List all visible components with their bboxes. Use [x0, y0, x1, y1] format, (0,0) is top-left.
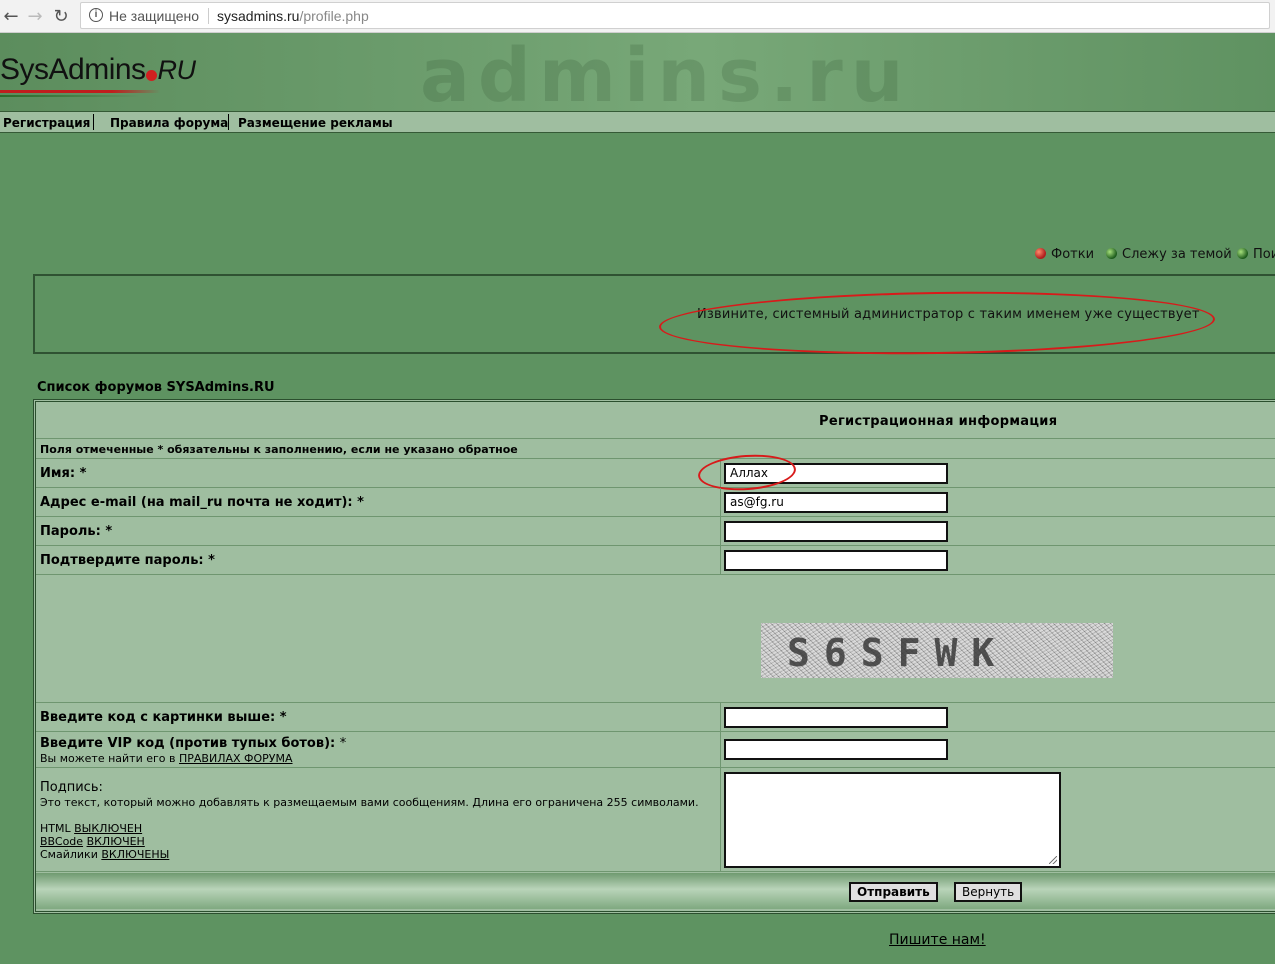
name-label: Имя: *	[40, 466, 87, 481]
smilies-state-link[interactable]: ВКЛЮЧЕНЫ	[101, 848, 169, 861]
bbcode-state-link[interactable]: ВКЛЮЧЕН	[87, 835, 145, 848]
url-text: sysadmins.ru/profile.php	[217, 8, 369, 24]
form-button-bar	[36, 873, 1275, 909]
confirm-password-label: Подтвердите пароль: *	[40, 553, 215, 568]
search-icon	[1237, 248, 1248, 259]
captcha-image: S6SFWK	[761, 623, 1113, 678]
quicklink-search[interactable]: Пои	[1253, 247, 1275, 262]
smilies-status-label: Смайлики	[40, 848, 98, 861]
column-divider	[720, 546, 721, 574]
bbcode-help-link[interactable]: BBCode	[40, 835, 83, 848]
site-logo[interactable]: SysAdmins RU	[0, 53, 196, 87]
signature-description: Это текст, который можно добавлять к раз…	[40, 796, 699, 809]
html-status: HTML ВЫКЛЮЧЕН	[40, 822, 142, 835]
smilies-status: Смайлики ВКЛЮЧЕНЫ	[40, 848, 169, 861]
html-state-link[interactable]: ВЫКЛЮЧЕН	[74, 822, 142, 835]
password-row: Пароль: *	[36, 517, 1275, 546]
address-bar[interactable]: i Не защищено sysadmins.ru/profile.php	[80, 2, 1270, 29]
reset-button[interactable]: Вернуть	[954, 882, 1023, 902]
submit-button[interactable]: Отправить	[849, 882, 938, 902]
password-input[interactable]	[724, 521, 948, 542]
resize-grip-icon[interactable]	[1049, 856, 1057, 864]
column-divider	[720, 703, 721, 731]
menu-item-forum-rules[interactable]: Правила форума	[110, 116, 228, 130]
forward-arrow-icon[interactable]: →	[24, 5, 46, 27]
menu-item-registration[interactable]: Регистрация	[3, 116, 90, 130]
password-label: Пароль: *	[40, 524, 113, 539]
menu-item-advertising[interactable]: Размещение рекламы	[238, 116, 393, 130]
top-menu: Регистрация Правила форума Размещение ре…	[0, 111, 1275, 133]
form-title: Регистрационная информация	[819, 414, 1058, 429]
vip-code-input[interactable]	[724, 739, 948, 760]
captcha-label: Введите код с картинки выше: *	[40, 710, 287, 725]
logo-dot-icon	[145, 70, 157, 81]
captcha-code: S6SFWK	[787, 631, 1009, 675]
vip-hint: Вы можете найти его в ПРАВИЛАХ ФОРУМА	[40, 752, 293, 765]
vip-code-label-text: Введите VIP код (против тупых ботов):	[40, 736, 340, 751]
url-path: /profile.php	[299, 8, 369, 24]
email-input[interactable]: as@fg.ru	[724, 492, 948, 513]
column-divider	[720, 488, 721, 516]
security-status: Не защищено	[109, 8, 199, 24]
url-host: sysadmins.ru	[217, 8, 300, 24]
browser-toolbar: ← → ↻ i Не защищено sysadmins.ru/profile…	[0, 0, 1275, 33]
contact-us-link[interactable]: Пишите нам!	[889, 932, 986, 948]
watch-topic-icon	[1106, 248, 1117, 259]
email-label: Адрес e-mail (на mail_ru почта не ходит)…	[40, 495, 364, 510]
captcha-input[interactable]	[724, 707, 948, 728]
back-arrow-icon[interactable]: ←	[0, 5, 22, 27]
reload-icon[interactable]: ↻	[50, 5, 72, 27]
required-note: Поля отмеченные * обязательны к заполнен…	[40, 443, 518, 456]
name-row: Имя: *	[36, 459, 1275, 488]
logo-text: SysAdmins	[0, 53, 146, 86]
email-row: Адрес e-mail (на mail_ru почта не ходит)…	[36, 488, 1275, 517]
site-header: admins.ru SysAdmins RU	[0, 33, 1275, 111]
logo-underline-shadow	[0, 95, 140, 97]
quicklink-photos[interactable]: Фотки	[1051, 247, 1094, 262]
required-note-row: Поля отмеченные * обязательны к заполнен…	[36, 440, 1275, 459]
vip-hint-text: Вы можете найти его в	[40, 752, 179, 765]
address-separator	[208, 8, 209, 24]
bbcode-status: BBCode ВКЛЮЧЕН	[40, 835, 145, 848]
forum-list-link[interactable]: Список форумов SYSAdmins.RU	[37, 380, 275, 395]
info-icon[interactable]: i	[89, 8, 103, 22]
confirm-password-row: Подтвердите пароль: *	[36, 546, 1275, 575]
signature-label: Подпись:	[40, 780, 103, 795]
signature-row: Подпись: Это текст, который можно добавл…	[36, 768, 1275, 872]
header-background-text: admins.ru	[420, 33, 912, 111]
column-divider	[720, 732, 721, 767]
signature-textarea[interactable]	[724, 772, 1061, 868]
captcha-row: Введите код с картинки выше: *	[36, 703, 1275, 732]
menu-divider	[93, 114, 94, 130]
logo-ru: RU	[157, 55, 197, 85]
html-status-label: HTML	[40, 822, 71, 835]
vip-required-star: *	[339, 736, 347, 751]
form-header-row: Регистрационная информация	[36, 404, 1275, 439]
quicklink-watched-topics[interactable]: Слежу за темой	[1122, 247, 1232, 262]
column-divider	[720, 768, 721, 871]
vip-code-row: Введите VIP код (против тупых ботов): * …	[36, 732, 1275, 768]
vip-code-label: Введите VIP код (против тупых ботов): *	[40, 736, 346, 751]
confirm-password-input[interactable]	[724, 550, 948, 571]
menu-divider	[228, 114, 229, 130]
column-divider	[720, 517, 721, 545]
forum-rules-link[interactable]: ПРАВИЛАХ ФОРУМА	[179, 752, 293, 765]
logo-underline	[0, 90, 160, 93]
photos-icon	[1035, 248, 1046, 259]
